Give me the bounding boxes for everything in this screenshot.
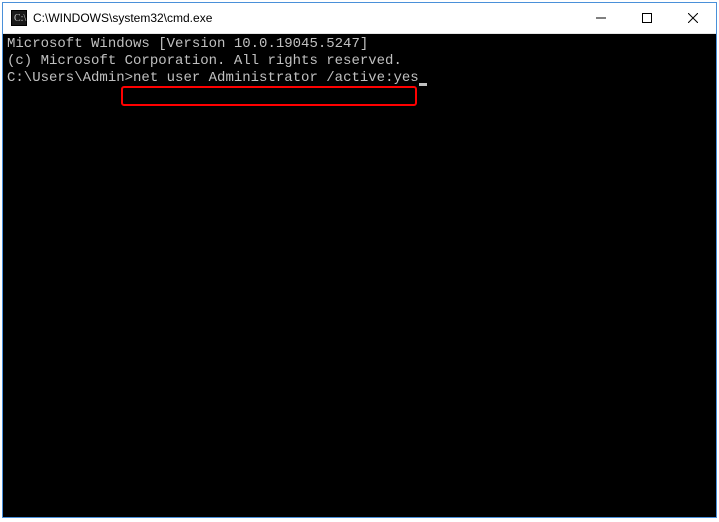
maximize-button[interactable] [624, 3, 670, 33]
highlight-annotation [121, 86, 417, 106]
prompt-line: C:\Users\Admin>net user Administrator /a… [7, 70, 712, 87]
console-area[interactable]: Microsoft Windows [Version 10.0.19045.52… [3, 34, 716, 517]
cursor [419, 83, 427, 86]
window-title: C:\WINDOWS\system32\cmd.exe [33, 11, 578, 25]
minimize-button[interactable] [578, 3, 624, 33]
window-controls [578, 3, 716, 33]
cmd-icon: C:\ [11, 10, 27, 26]
close-button[interactable] [670, 3, 716, 33]
version-line: Microsoft Windows [Version 10.0.19045.52… [7, 36, 712, 53]
copyright-line: (c) Microsoft Corporation. All rights re… [7, 53, 712, 70]
titlebar[interactable]: C:\ C:\WINDOWS\system32\cmd.exe [3, 3, 716, 34]
cmd-window: C:\ C:\WINDOWS\system32\cmd.exe Microsof… [2, 2, 717, 518]
prompt-text: C:\Users\Admin> [7, 70, 133, 86]
command-text: net user Administrator /active:yes [133, 70, 419, 86]
svg-text:C:\: C:\ [14, 13, 26, 24]
